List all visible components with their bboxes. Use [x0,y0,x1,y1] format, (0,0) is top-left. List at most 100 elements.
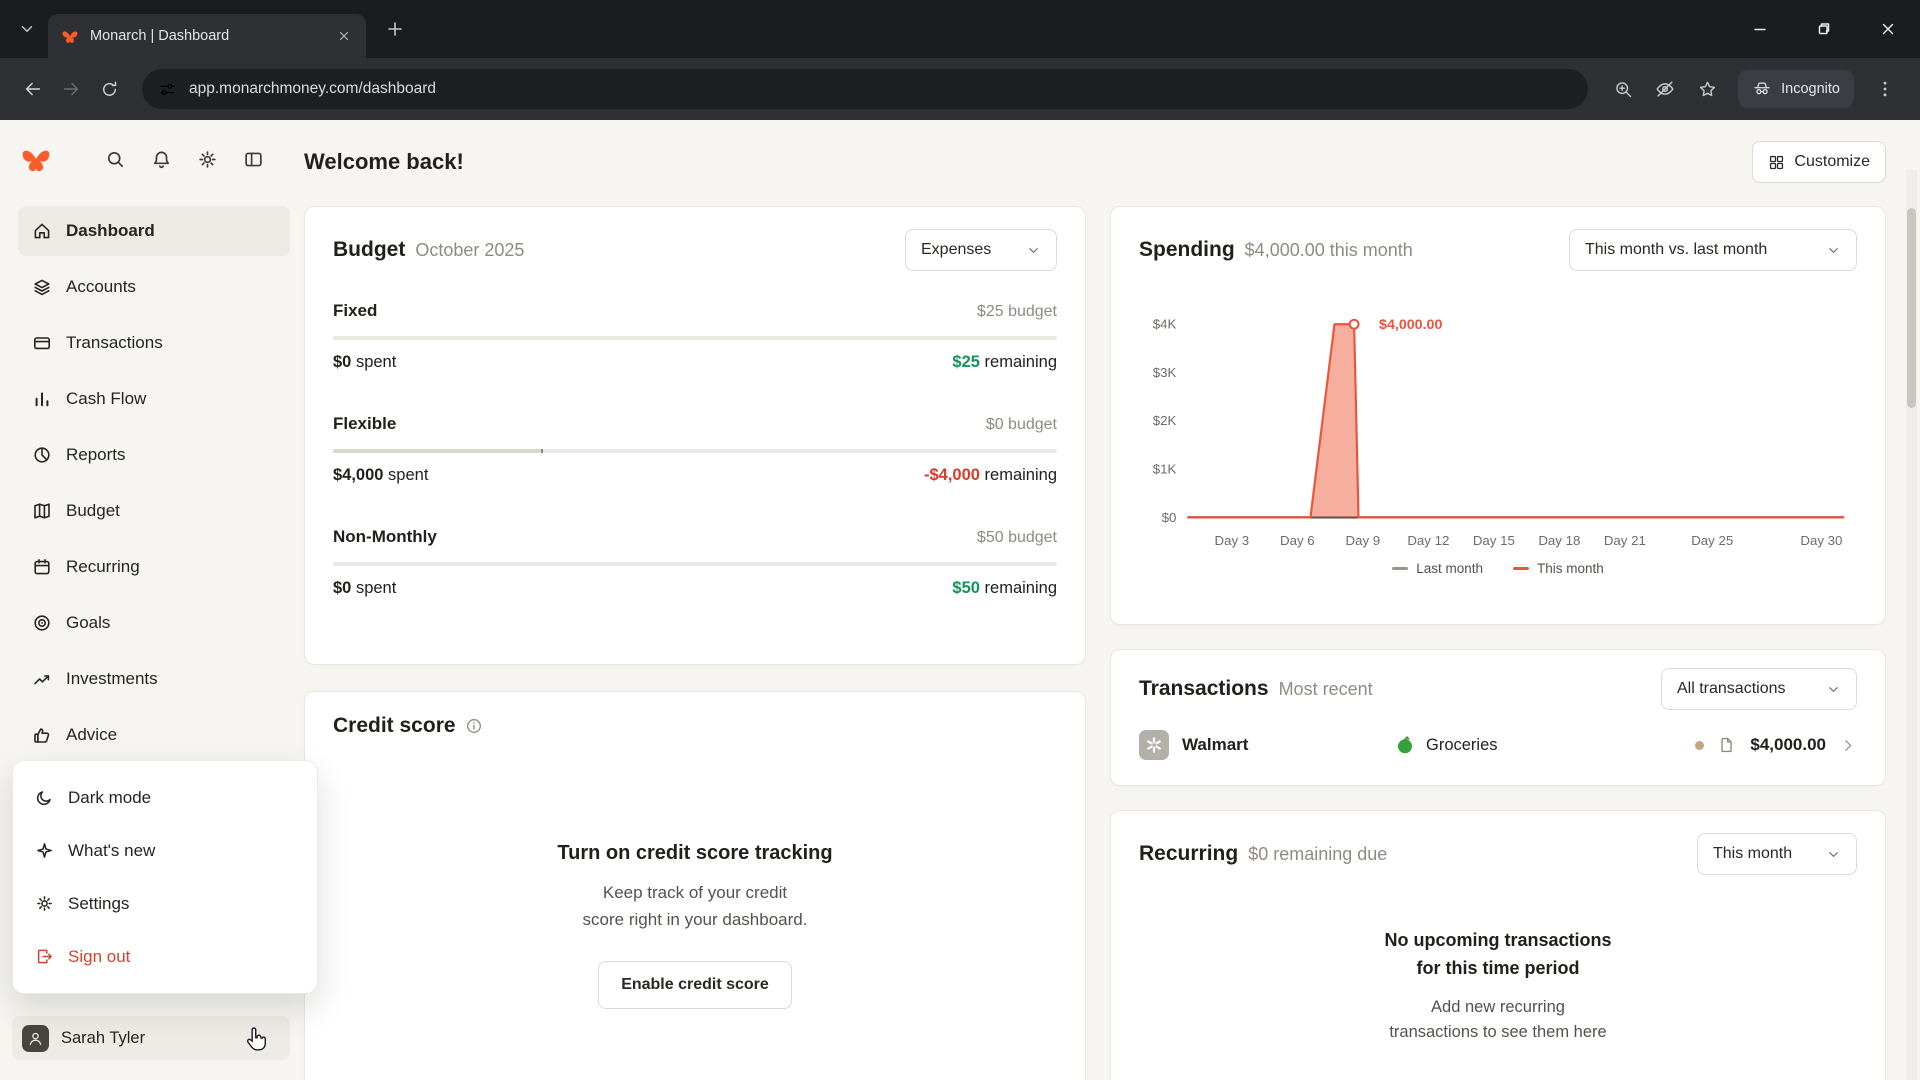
map-icon [32,501,52,521]
chevron-down-icon [1026,243,1041,258]
minimize-button[interactable] [1728,0,1792,58]
window-controls [1728,0,1920,58]
budget-filter-value: Expenses [921,241,991,259]
budget-row-name: Fixed [333,301,377,321]
svg-text:$0: $0 [1162,510,1177,525]
recurring-filter-dropdown[interactable]: This month [1697,833,1857,875]
chevron-right-icon[interactable] [1840,737,1857,754]
browser-tab[interactable]: Monarch | Dashboard [48,14,366,58]
target-icon [32,613,52,633]
app-root: Dashboard Accounts Transactions Cash Flo… [0,120,1920,1080]
info-icon[interactable] [465,717,483,735]
budget-row-non-monthly[interactable]: Non-Monthly$50 budget $0 spent$50 remain… [333,527,1057,598]
credit-score-empty-state: Turn on credit score tracking Keep track… [333,842,1057,1009]
chart-legend: Last monthThis month [1139,561,1857,576]
scrollbar-thumb[interactable] [1907,208,1916,408]
address-bar[interactable]: app.monarchmoney.com/dashboard [142,69,1588,109]
chevron-down-icon [1826,847,1841,862]
sidebar-item-label: Budget [66,501,120,521]
tab-title: Monarch | Dashboard [90,28,324,44]
close-icon [1879,20,1897,38]
budget-row-fixed[interactable]: Fixed$25 budget $0 spent$25 remaining [333,301,1057,372]
eye-blocked-icon [1654,78,1676,100]
browser-menu-button[interactable] [1867,71,1903,107]
forward-button[interactable] [52,70,90,108]
site-info-icon[interactable] [158,80,177,99]
recurring-card: Recurring $0 remaining due This month No… [1110,810,1886,1080]
back-button[interactable] [14,70,52,108]
sidebar-item-dashboard[interactable]: Dashboard [18,206,290,256]
notifications-button[interactable] [148,146,174,172]
transactions-title: Transactions [1139,677,1269,701]
url-text[interactable]: app.monarchmoney.com/dashboard [189,80,436,98]
transactions-card: Transactions Most recent All transaction… [1110,649,1886,786]
sidebar-item-cash-flow[interactable]: Cash Flow [18,374,290,424]
new-tab-button[interactable] [380,14,410,44]
category-name: Groceries [1426,736,1498,755]
enable-credit-score-button[interactable]: Enable credit score [598,961,792,1009]
svg-text:Day 12: Day 12 [1407,533,1449,548]
budget-title: Budget [333,238,405,262]
search-button[interactable] [102,146,128,172]
incognito-icon [1752,79,1772,99]
menu-item-whats-new[interactable]: What's new [13,824,317,877]
sidebar-item-reports[interactable]: Reports [18,430,290,480]
sidebar-item-transactions[interactable]: Transactions [18,318,290,368]
transaction-row[interactable]: Walmart Groceries $4,000.00 [1139,730,1857,760]
sidebar-item-investments[interactable]: Investments [18,654,290,704]
recurring-empty-title: No upcoming transactions for this time p… [1139,927,1857,983]
maximize-button[interactable] [1792,0,1856,58]
main-content: Welcome back! Customize Budget October 2… [300,120,1920,1080]
svg-text:$4,000.00: $4,000.00 [1379,317,1442,333]
menu-item-settings[interactable]: Settings [13,877,317,930]
spending-filter-value: This month vs. last month [1585,241,1767,259]
credit-score-card: Credit score Turn on credit score tracki… [304,691,1086,1080]
credit-score-header: Credit score [333,714,1057,738]
tab-close-button[interactable] [334,26,354,46]
sparkle-icon [35,841,54,860]
user-icon [27,1030,44,1047]
close-window-button[interactable] [1856,0,1920,58]
budget-filter-dropdown[interactable]: Expenses [905,229,1057,271]
bookmark-button[interactable] [1689,71,1725,107]
plus-icon [385,19,405,39]
customize-button[interactable]: Customize [1752,141,1886,183]
budget-card-header: Budget October 2025 Expenses [333,229,1057,271]
zoom-button[interactable] [1605,71,1641,107]
note-icon [1718,736,1736,754]
browser-toolbar: app.monarchmoney.com/dashboard Incognito [0,58,1920,120]
menu-item-sign-out[interactable]: Sign out [13,930,317,983]
budget-period: October 2025 [415,240,524,261]
sidebar-item-label: Reports [66,445,126,465]
sidebar-item-accounts[interactable]: Accounts [18,262,290,312]
menu-item-dark-mode[interactable]: Dark mode [13,771,317,824]
budget-spent: $0 spent [333,353,396,372]
sidebar-item-label: Transactions [66,333,163,353]
sidebar-item-label: Dashboard [66,221,155,241]
svg-text:$3K: $3K [1153,365,1177,380]
spending-filter-dropdown[interactable]: This month vs. last month [1569,229,1857,271]
sidebar-item-label: Recurring [66,557,140,577]
transactions-filter-dropdown[interactable]: All transactions [1661,668,1857,710]
sidebar-nav: Dashboard Accounts Transactions Cash Flo… [18,206,290,760]
budget-progress-bar [333,449,1057,453]
sidebar-item-recurring[interactable]: Recurring [18,542,290,592]
layers-icon [32,277,52,297]
sidebar-item-advice[interactable]: Advice [18,710,290,760]
close-icon [337,29,351,43]
sidebar-item-budget[interactable]: Budget [18,486,290,536]
page-header: Welcome back! Customize [304,138,1886,186]
budget-row-flexible[interactable]: Flexible$0 budget $4,000 spent-$4,000 re… [333,414,1057,485]
svg-text:Day 21: Day 21 [1604,533,1646,548]
tab-search-button[interactable] [12,14,42,44]
sidebar-item-label: Goals [66,613,110,633]
thumbs-up-icon [32,725,52,745]
recurring-subtitle: $0 remaining due [1248,844,1387,865]
settings-button[interactable] [194,146,220,172]
calendar-icon [32,557,52,577]
sidebar-item-goals[interactable]: Goals [18,598,290,648]
reload-button[interactable] [90,70,128,108]
spending-title: Spending [1139,238,1235,262]
tracking-protection-button[interactable] [1647,71,1683,107]
sidebar-toggle-button[interactable] [240,146,266,172]
